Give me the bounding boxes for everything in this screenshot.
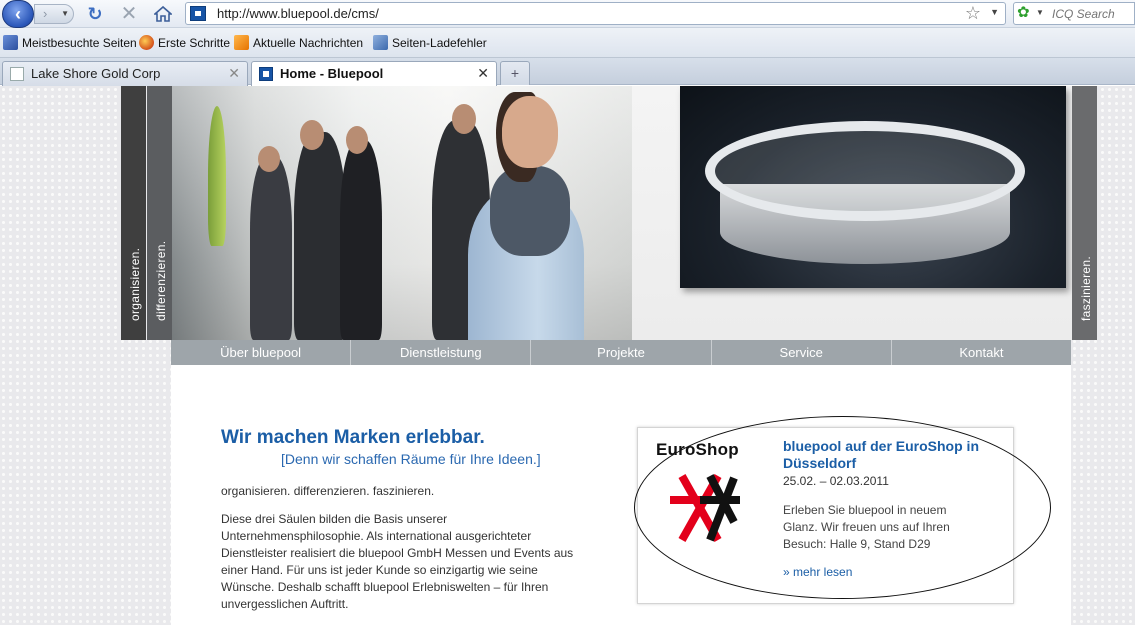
back-icon[interactable]: ‹: [2, 0, 34, 28]
rss-icon: [234, 35, 249, 50]
news-title[interactable]: bluepool auf der EuroShop in Düsseldorf: [783, 438, 1003, 472]
search-input[interactable]: [1052, 7, 1134, 21]
close-icon[interactable]: ✕: [477, 65, 489, 82]
read-more-link[interactable]: » mehr lesen: [783, 565, 852, 579]
main-navigation: Über bluepool Dienstleistung Projekte Se…: [171, 340, 1071, 365]
nav-dienstleistung[interactable]: Dienstleistung: [351, 340, 532, 365]
tagline: organisieren. differenzieren. fasziniere…: [221, 484, 435, 498]
hero-strip-differenzieren: differenzieren.: [147, 86, 172, 340]
bookmark-erste-schritte[interactable]: Erste Schritte: [139, 35, 230, 50]
stop-icon[interactable]: ✕: [118, 3, 140, 25]
visitor: [340, 140, 382, 340]
bookmarks-toolbar: Meistbesuchte Seiten Erste Schritte Aktu…: [0, 28, 1135, 58]
euroshop-mark-icon: [670, 474, 740, 542]
bookmark-ladefehler[interactable]: Seiten-Ladefehler: [373, 35, 487, 50]
icq-icon[interactable]: ✿: [1017, 5, 1033, 21]
euroshop-wordmark: EuroShop: [656, 440, 739, 459]
bookmark-folder-icon: [3, 35, 18, 50]
sculpture: [208, 106, 226, 246]
nav-kontakt[interactable]: Kontakt: [892, 340, 1071, 365]
address-bar[interactable]: http://www.bluepool.de/cms/ ☆ ▼: [185, 2, 1006, 25]
woman-head: [502, 96, 558, 168]
tab-label: Lake Shore Gold Corp: [31, 66, 161, 81]
home-icon[interactable]: [152, 3, 174, 25]
main-content: Wir machen Marken erlebbar. [Denn wir sc…: [171, 365, 1071, 625]
intro-text: Diese drei Säulen bilden die Basis unser…: [221, 512, 574, 611]
tab-bluepool[interactable]: Home - Bluepool ✕: [251, 61, 497, 87]
browser-navbar: ‹ › ▼ ↻ ✕ http://www.bluepool.de/cms/ ☆ ▼…: [0, 0, 1135, 28]
nav-ueber-bluepool[interactable]: Über bluepool: [171, 340, 352, 365]
visitor-head: [346, 126, 368, 154]
tab-bar: Lake Shore Gold Corp ✕ Home - Bluepool ✕…: [0, 58, 1135, 87]
stadium-photo: [680, 86, 1066, 288]
hero-stadium-image: [632, 86, 1072, 340]
visitor-head: [452, 104, 476, 134]
history-dropdown-icon[interactable]: ▼: [61, 5, 69, 23]
euroshop-logo[interactable]: EuroShop: [656, 440, 746, 542]
hero-strip-organisieren: organisieren.: [121, 86, 146, 340]
hero-image-gallery: [172, 86, 632, 340]
visitor: [250, 156, 292, 340]
web-page: organisieren. differenzieren. fasziniere…: [0, 86, 1135, 625]
page-icon: [373, 35, 388, 50]
visitor-head: [300, 120, 324, 150]
page-subheadline: [Denn wir schaffen Räume für Ihre Ideen.…: [281, 451, 541, 467]
close-icon[interactable]: ✕: [228, 65, 240, 82]
reload-icon[interactable]: ↻: [84, 3, 106, 25]
bookmark-nachrichten[interactable]: Aktuelle Nachrichten: [234, 35, 363, 50]
url-text[interactable]: http://www.bluepool.de/cms/: [217, 6, 379, 21]
search-engine-dropdown-icon[interactable]: ▼: [1036, 8, 1044, 17]
site-favicon-icon: [259, 67, 273, 81]
forward-icon[interactable]: › ▼: [34, 4, 74, 24]
new-tab-button[interactable]: +: [500, 61, 530, 85]
tab-lake-shore[interactable]: Lake Shore Gold Corp ✕: [2, 61, 248, 86]
search-box[interactable]: ✿ ▼: [1013, 2, 1135, 25]
nav-projekte[interactable]: Projekte: [531, 340, 712, 365]
visitor-head: [258, 146, 280, 172]
tab-label: Home - Bluepool: [280, 66, 384, 81]
site-favicon-icon: [190, 6, 206, 21]
news-date: 25.02. – 02.03.2011: [783, 474, 889, 488]
nav-service[interactable]: Service: [712, 340, 892, 365]
hero-strip-faszinieren: faszinieren.: [1072, 86, 1097, 340]
page-headline: Wir machen Marken erlebbar.: [221, 427, 485, 448]
page-icon: [10, 67, 24, 81]
visitor: [294, 132, 346, 340]
star-icon[interactable]: ☆: [965, 3, 981, 24]
bookmark-meistbesuchte[interactable]: Meistbesuchte Seiten: [3, 35, 137, 50]
news-teaser: EuroShop bluepool auf der EuroShop in Dü…: [637, 427, 1014, 604]
url-dropdown-icon[interactable]: ▼: [990, 7, 999, 17]
firefox-icon: [139, 35, 154, 50]
news-text: Erleben Sie bluepool in neuem Glanz. Wir…: [783, 503, 950, 551]
